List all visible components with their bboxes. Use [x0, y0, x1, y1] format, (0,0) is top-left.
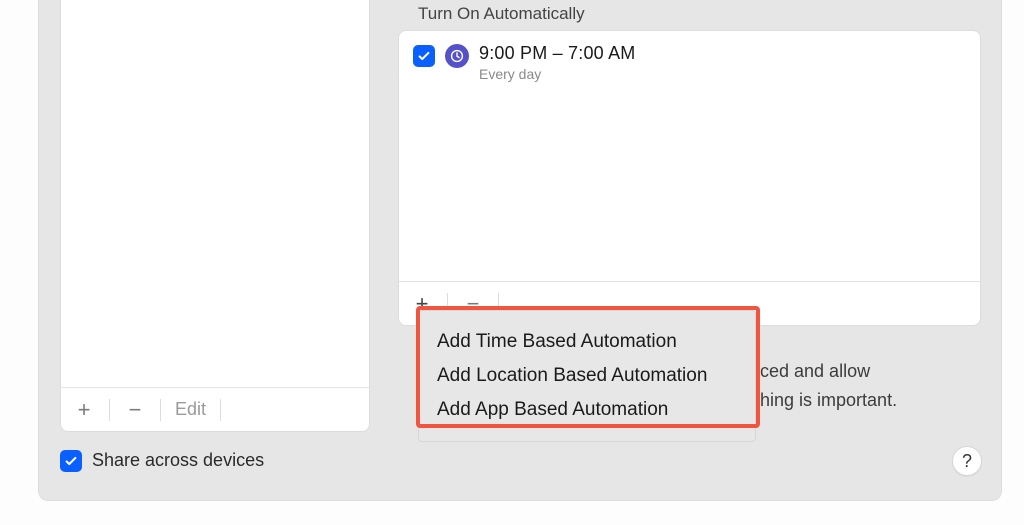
left-remove-button[interactable]: −: [124, 399, 146, 421]
schedule-time-range: 9:00 PM – 7:00 AM: [479, 43, 636, 64]
separator: [109, 399, 110, 421]
left-list-card: + − Edit: [60, 0, 370, 432]
left-list-area[interactable]: [61, 0, 369, 387]
left-add-button[interactable]: +: [73, 399, 95, 421]
help-button[interactable]: ?: [952, 446, 982, 476]
add-automation-menu[interactable]: Add Time Based Automation Add Location B…: [418, 310, 756, 442]
left-edit-button[interactable]: Edit: [175, 399, 206, 420]
menu-item-location-based[interactable]: Add Location Based Automation: [437, 359, 737, 393]
automation-row[interactable]: 9:00 PM – 7:00 AM Every day: [413, 43, 966, 82]
separator: [220, 399, 221, 421]
clock-icon: [445, 44, 469, 68]
share-across-devices-row[interactable]: Share across devices: [60, 448, 264, 472]
menu-item-app-based[interactable]: Add App Based Automation: [437, 393, 737, 427]
left-list-toolbar: + − Edit: [61, 387, 369, 431]
automation-list-card: 9:00 PM – 7:00 AM Every day + −: [398, 30, 981, 326]
checkmark-icon: [64, 454, 78, 468]
section-title: Turn On Automatically: [418, 4, 981, 24]
schedule-text: 9:00 PM – 7:00 AM Every day: [479, 43, 636, 82]
share-across-devices-checkbox[interactable]: [60, 450, 82, 472]
description-fragment-2: hing is important.: [760, 386, 897, 415]
schedule-enabled-checkbox[interactable]: [413, 45, 435, 67]
separator: [160, 399, 161, 421]
schedule-frequency: Every day: [479, 66, 636, 82]
share-across-devices-label: Share across devices: [92, 450, 264, 471]
menu-item-time-based[interactable]: Add Time Based Automation: [437, 325, 737, 359]
automation-rows[interactable]: 9:00 PM – 7:00 AM Every day: [399, 31, 980, 281]
description-fragment-1: ced and allow: [760, 357, 870, 386]
checkmark-icon: [417, 49, 431, 63]
